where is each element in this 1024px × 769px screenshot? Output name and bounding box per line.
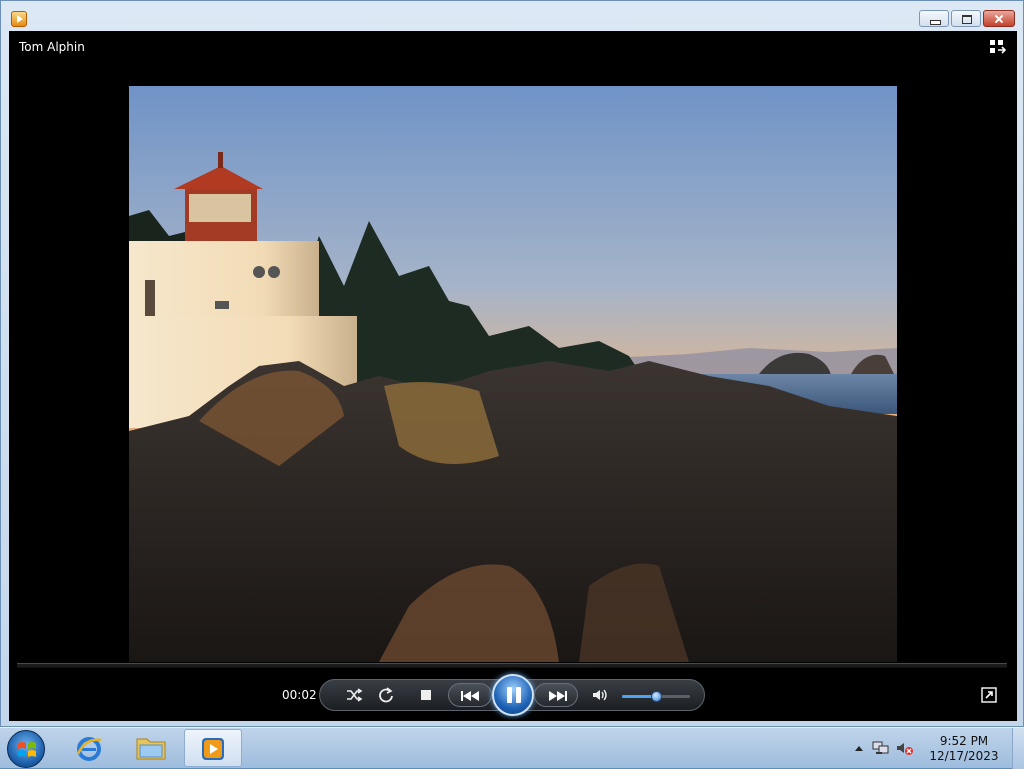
media-title: Tom Alphin xyxy=(19,40,85,54)
seek-bar[interactable] xyxy=(17,663,1007,668)
volume-slider[interactable] xyxy=(622,691,690,702)
elapsed-time: 00:02 xyxy=(282,688,317,702)
clock-date: 12/17/2023 xyxy=(929,749,999,763)
playback-controls xyxy=(319,674,705,716)
close-button[interactable] xyxy=(983,10,1015,27)
now-playing-area[interactable]: Tom Alphin 00:02 xyxy=(9,31,1017,721)
next-icon xyxy=(549,691,567,701)
media-player-icon[interactable] xyxy=(11,11,27,27)
volume-icon[interactable] xyxy=(590,685,610,705)
previous-button[interactable] xyxy=(448,683,492,707)
taskbar: 9:52 PM 12/17/2023 xyxy=(0,727,1024,769)
internet-explorer-icon xyxy=(76,737,102,761)
system-tray: 9:52 PM 12/17/2023 xyxy=(854,728,1024,769)
show-desktop-button[interactable] xyxy=(1012,728,1024,769)
pause-icon xyxy=(507,687,512,703)
shuffle-icon[interactable] xyxy=(344,685,364,705)
next-button[interactable] xyxy=(534,683,578,707)
lighthouse-photo xyxy=(129,86,897,662)
taskbar-internet-explorer[interactable] xyxy=(60,729,118,767)
fullscreen-icon[interactable] xyxy=(981,687,997,703)
network-icon[interactable] xyxy=(872,740,890,756)
clock-time: 9:52 PM xyxy=(939,734,989,748)
title-bar[interactable] xyxy=(1,1,1023,31)
media-player-window: Tom Alphin 00:02 xyxy=(0,0,1024,727)
file-explorer-icon xyxy=(136,738,166,760)
switch-to-library-icon[interactable] xyxy=(989,39,1007,55)
repeat-icon[interactable] xyxy=(376,685,396,705)
show-hidden-icons-icon[interactable] xyxy=(854,744,864,752)
volume-muted-icon[interactable] xyxy=(896,740,914,756)
caption-buttons xyxy=(919,10,1015,27)
media-player-icon xyxy=(202,738,224,760)
volume-slider-thumb[interactable] xyxy=(650,691,662,702)
previous-icon xyxy=(461,691,479,701)
clock[interactable]: 9:52 PM 12/17/2023 xyxy=(924,734,1004,764)
taskbar-file-explorer[interactable] xyxy=(122,729,180,767)
taskbar-media-player[interactable] xyxy=(184,729,242,767)
windows-start-icon[interactable] xyxy=(7,730,45,768)
restore-button[interactable] xyxy=(951,10,981,27)
stop-icon[interactable] xyxy=(416,685,436,705)
minimize-button[interactable] xyxy=(919,10,949,27)
pause-button[interactable] xyxy=(492,674,534,716)
